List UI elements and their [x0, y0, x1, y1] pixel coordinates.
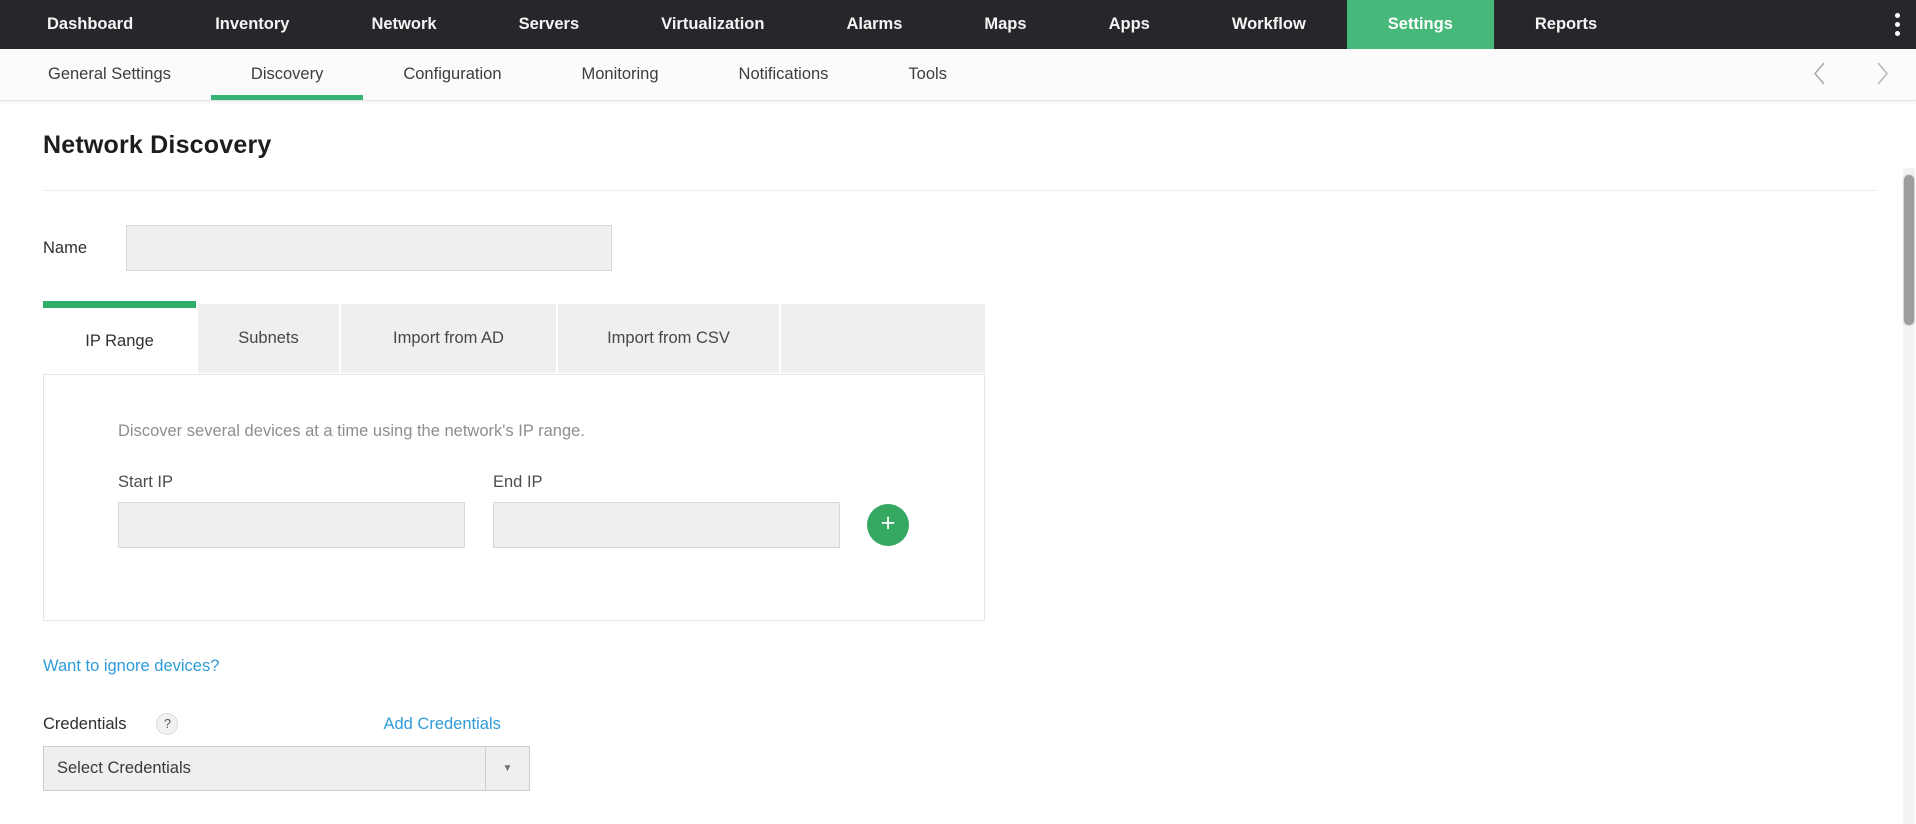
- nav-item-maps[interactable]: Maps: [943, 0, 1067, 49]
- nav-item-network[interactable]: Network: [330, 0, 477, 49]
- select-caret-section: ▼: [485, 747, 529, 790]
- subnav-item-configuration[interactable]: Configuration: [363, 49, 541, 100]
- subnav-item-notifications[interactable]: Notifications: [699, 49, 869, 100]
- nav-item-reports[interactable]: Reports: [1494, 0, 1638, 49]
- discovery-method-tabs: IP Range Subnets Import from AD Import f…: [43, 301, 985, 374]
- vertical-scrollbar[interactable]: [1903, 168, 1915, 824]
- scroll-left-button[interactable]: [1812, 61, 1827, 89]
- scrollbar-thumb[interactable]: [1904, 175, 1914, 325]
- nav-item-dashboard[interactable]: Dashboard: [6, 0, 174, 49]
- name-input[interactable]: [126, 225, 612, 271]
- end-ip-label: End IP: [493, 473, 543, 491]
- help-icon[interactable]: ?: [156, 713, 179, 735]
- end-ip-field-group: End IP: [493, 473, 840, 548]
- nav-item-settings[interactable]: Settings: [1346, 0, 1494, 49]
- plus-icon: +: [880, 509, 896, 537]
- nav-item-workflow[interactable]: Workflow: [1191, 0, 1347, 49]
- scroll-right-button[interactable]: [1875, 61, 1890, 89]
- tab-subnets[interactable]: Subnets: [198, 304, 339, 373]
- name-field-label: Name: [43, 238, 88, 257]
- network-discovery-page: Network Discovery Name IP Range Subnets …: [0, 131, 1916, 791]
- tab-import-from-ad[interactable]: Import from AD: [341, 304, 556, 373]
- chevron-left-icon: [1812, 61, 1827, 89]
- subnav-item-discovery[interactable]: Discovery: [210, 49, 364, 100]
- subnav-item-general-settings[interactable]: General Settings: [8, 49, 211, 100]
- nav-item-apps[interactable]: Apps: [1068, 0, 1191, 49]
- nav-item-virtualization[interactable]: Virtualization: [620, 0, 805, 49]
- tab-ip-range[interactable]: IP Range: [43, 301, 196, 374]
- credentials-label: Credentials: [43, 714, 127, 733]
- ip-range-fields-row: Start IP End IP +: [118, 473, 984, 548]
- subnav-scroll-arrows: [1812, 49, 1916, 100]
- nav-item-servers[interactable]: Servers: [478, 0, 621, 49]
- add-ip-range-button[interactable]: +: [867, 504, 909, 546]
- end-ip-input[interactable]: [493, 502, 840, 548]
- ip-range-panel: Discover several devices at a time using…: [43, 374, 985, 621]
- start-ip-field-group: Start IP: [118, 473, 465, 548]
- chevron-right-icon: [1875, 61, 1890, 89]
- kebab-menu-icon[interactable]: [1879, 0, 1916, 49]
- caret-down-icon: ▼: [502, 763, 513, 774]
- ip-range-description: Discover several devices at a time using…: [118, 422, 585, 440]
- name-field-row: Name: [43, 225, 1916, 271]
- top-navigation-bar: Dashboard Inventory Network Servers Virt…: [0, 0, 1916, 49]
- title-divider: [43, 190, 1877, 191]
- credentials-select-value: Select Credentials: [57, 759, 191, 777]
- start-ip-input[interactable]: [118, 502, 465, 548]
- credentials-row: Credentials ? Add Credentials: [43, 713, 1916, 735]
- credentials-select[interactable]: Select Credentials ▼: [43, 746, 530, 791]
- subnav-item-tools[interactable]: Tools: [868, 49, 987, 100]
- add-credentials-link[interactable]: Add Credentials: [383, 715, 500, 734]
- start-ip-label: Start IP: [118, 473, 174, 491]
- nav-item-inventory[interactable]: Inventory: [174, 0, 330, 49]
- page-title: Network Discovery: [43, 131, 272, 159]
- nav-item-alarms[interactable]: Alarms: [805, 0, 943, 49]
- tab-strip-filler: [781, 304, 985, 373]
- settings-sub-navigation: General Settings Discovery Configuration…: [0, 49, 1916, 101]
- subnav-item-monitoring[interactable]: Monitoring: [542, 49, 699, 100]
- tab-import-from-csv[interactable]: Import from CSV: [558, 304, 779, 373]
- ignore-devices-link[interactable]: Want to ignore devices?: [43, 657, 219, 676]
